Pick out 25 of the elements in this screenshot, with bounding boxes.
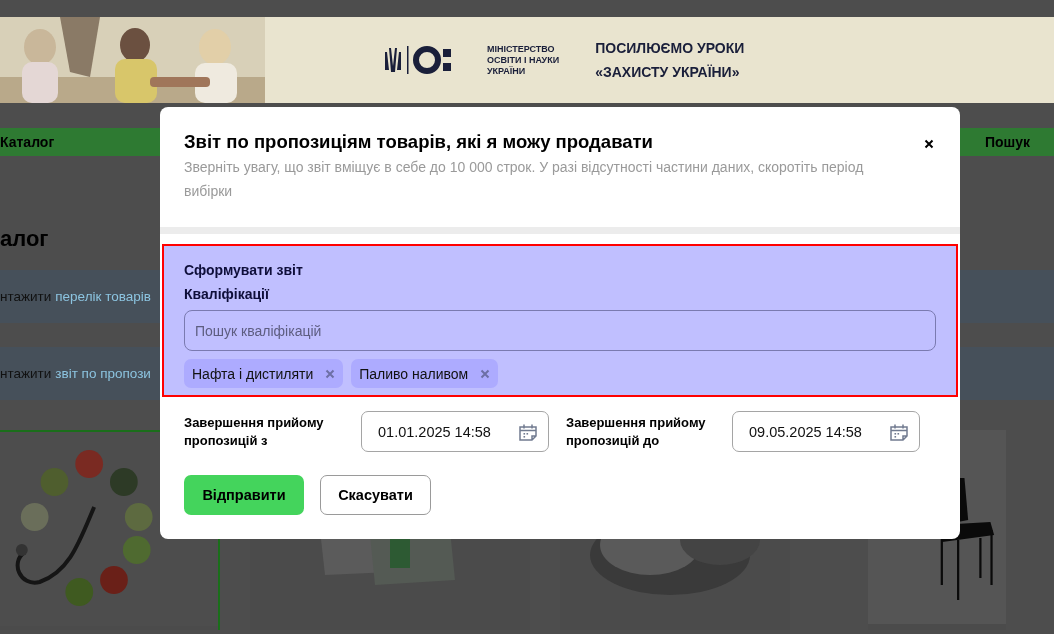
dialog-button[interactable]: Відправити: [184, 475, 304, 515]
ministry-name: МІНІСТЕРСТВО ОСВІТИ І НАУКИ УКРАЇНИ: [487, 43, 560, 77]
date-label: Завершення прийому пропозицій до: [566, 413, 707, 450]
promo-text: ПОСИЛЮЄМО УРОКИ «ЗАХИСТУ УКРАЇНИ»: [595, 39, 745, 82]
remove-icon[interactable]: [480, 368, 491, 379]
section-heading: Сформувати звіт: [184, 261, 304, 280]
report-link[interactable]: звіт по пропози: [55, 366, 151, 381]
nav-link[interactable]: Каталог: [0, 134, 55, 150]
dialog-button[interactable]: Скасувати: [320, 475, 431, 515]
date-label: Завершення прийому пропозицій з: [184, 413, 325, 450]
dialog-subtitle: Зверніть увагу, що звіт вміщує в себе до 10 000 строк. У разі відсутності частини даних, скоротіть період вибірки: [184, 158, 865, 201]
row-text: нтажити: [0, 366, 52, 381]
qualification-tag[interactable]: Паливо наливом: [351, 359, 499, 388]
nav-link[interactable]: Пошук: [984, 134, 1030, 150]
page-title: алог: [0, 226, 49, 253]
remove-icon[interactable]: [325, 368, 336, 379]
close-icon: [924, 139, 934, 149]
qualification-tag[interactable]: Нафта і дистиляти: [184, 359, 344, 388]
row-text: нтажити: [0, 289, 52, 304]
dialog-title: Звіт по пропозиціям товарів, які я можу продавати: [184, 131, 654, 153]
date-field[interactable]: 09.05.2025 14:58: [732, 411, 920, 452]
field-label: Кваліфікації: [184, 285, 271, 304]
report-link[interactable]: перелік товарів: [55, 289, 151, 304]
date-field[interactable]: 01.01.2025 14:58: [361, 411, 549, 452]
search-field[interactable]: Пошук кваліфікацій: [184, 310, 936, 351]
